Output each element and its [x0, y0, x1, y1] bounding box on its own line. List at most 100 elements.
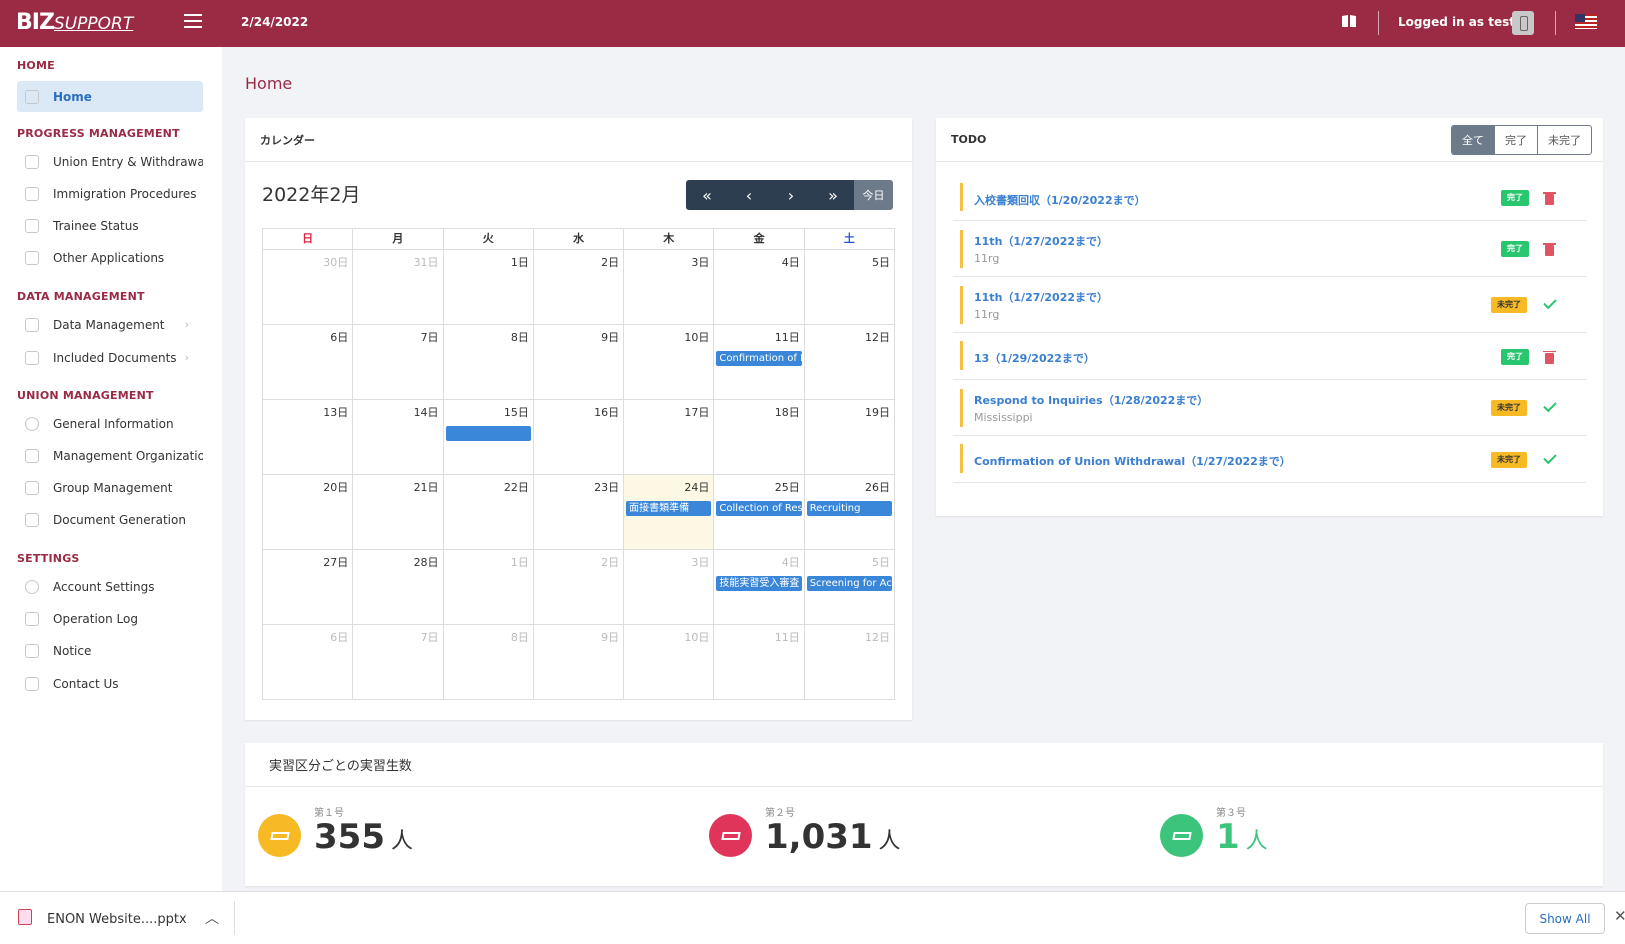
trash-icon[interactable] [1543, 350, 1556, 364]
todo-title-link[interactable]: 11th（1/27/2022まで） [974, 233, 1108, 249]
calendar-event[interactable]: Recruiting [806, 501, 892, 516]
sidebar-item[interactable]: Union Entry & Withdrawal [17, 146, 203, 177]
sidebar-item[interactable]: Trainee Status [17, 210, 203, 241]
calendar-day-cell[interactable]: 12日 [804, 325, 895, 400]
sidebar-item[interactable]: Immigration Procedures [17, 178, 203, 209]
calendar-day-cell[interactable]: 16日 [533, 400, 625, 475]
calendar-event[interactable]: 面接書類準備 [626, 501, 712, 516]
calendar-day-cell[interactable]: 6日 [263, 325, 354, 400]
calendar-day-cell[interactable]: 30日 [263, 250, 354, 325]
calendar-day-cell[interactable]: 15日 [443, 400, 534, 475]
menu-toggle-icon[interactable] [184, 14, 202, 28]
next-month-button[interactable]: › [770, 180, 812, 210]
todo-title-link[interactable]: Respond to Inquiries（1/28/2022まで） [974, 392, 1208, 408]
calendar-day-cell[interactable]: 3日 [624, 250, 715, 325]
todo-item[interactable]: Respond to Inquiries（1/28/2022まで） Mississ… [953, 380, 1586, 436]
todo-item[interactable]: 11th（1/27/2022まで） 11rg 未完了 [953, 277, 1586, 333]
calendar-day-cell[interactable]: 9日 [533, 625, 625, 700]
calendar-event[interactable] [445, 426, 531, 441]
calendar-day-cell[interactable]: 10日 [624, 325, 715, 400]
calendar-day-cell[interactable]: 11日 [714, 625, 805, 700]
calendar-day-cell[interactable]: 11日 Confirmation of M [714, 325, 805, 400]
calendar-day-cell[interactable]: 12日 [804, 625, 895, 700]
sidebar-item[interactable]: Operation Log [17, 603, 203, 634]
calendar-event[interactable]: Collection of Resu [716, 501, 802, 516]
todo-item[interactable]: Confirmation of Union Withdrawal（1/27/20… [953, 436, 1586, 483]
calendar-day-cell[interactable]: 3日 [624, 550, 715, 625]
todo-title-link[interactable]: 入校書類回収（1/20/2022まで） [974, 192, 1146, 208]
next-year-button[interactable]: » [812, 180, 854, 210]
chevron-up-icon[interactable]: ︿ [205, 908, 219, 928]
prev-month-button[interactable]: ‹ [728, 180, 770, 210]
calendar-day-cell[interactable]: 27日 [263, 550, 354, 625]
check-icon[interactable] [1543, 450, 1557, 464]
calendar-day-cell[interactable]: 14日 [353, 400, 444, 475]
calendar-event[interactable]: Screening for Ac [806, 576, 892, 591]
calendar-day-cell[interactable]: 4日 技能実習受入審査 [714, 550, 805, 625]
calendar-day-cell[interactable]: 8日 [443, 625, 534, 700]
show-all-button[interactable]: Show All [1525, 903, 1605, 934]
todo-title-link[interactable]: 13（1/29/2022まで） [974, 350, 1095, 366]
calendar-day-cell[interactable]: 13日 [263, 400, 354, 475]
calendar-day-cell[interactable]: 1日 [443, 550, 534, 625]
close-icon[interactable]: ✕ [1614, 907, 1625, 925]
calendar-day-cell[interactable]: 24日 面接書類準備 [624, 475, 715, 550]
sidebar-item[interactable]: Document Generation [17, 504, 203, 535]
calendar-day-cell[interactable]: 7日 [353, 625, 444, 700]
app-logo[interactable]: BIZSUPPORT [16, 10, 133, 35]
sidebar-item[interactable]: Other Applications [17, 242, 203, 273]
todo-title-link[interactable]: Confirmation of Union Withdrawal（1/27/20… [974, 453, 1291, 469]
sidebar-item[interactable]: Included Documents › [17, 342, 203, 373]
sidebar-item[interactable]: Notice [17, 635, 203, 666]
language-flag-icon[interactable] [1575, 14, 1597, 29]
calendar-day-cell[interactable]: 10日 [624, 625, 715, 700]
calendar-day-cell[interactable]: 2日 [533, 550, 625, 625]
calendar-day-cell[interactable]: 31日 [353, 250, 444, 325]
calendar-day-cell[interactable]: 22日 [443, 475, 534, 550]
calendar-day-cell[interactable]: 7日 [353, 325, 444, 400]
sidebar-item[interactable]: Account Settings [17, 571, 203, 602]
calendar-day-cell[interactable]: 18日 [714, 400, 805, 475]
calendar-day-cell[interactable]: 21日 [353, 475, 444, 550]
check-icon[interactable] [1543, 398, 1557, 413]
sidebar-item[interactable]: Management Organization Offi [17, 440, 203, 471]
calendar-day-cell[interactable]: 5日 Screening for Ac [804, 550, 895, 625]
calendar-day-cell[interactable]: 2日 [533, 250, 625, 325]
calendar-day-cell[interactable]: 25日 Collection of Resu [714, 475, 805, 550]
calendar-day-cell[interactable]: 8日 [443, 325, 534, 400]
calendar-day-cell[interactable]: 17日 [624, 400, 715, 475]
user-avatar[interactable] [1512, 11, 1534, 35]
sidebar-item[interactable]: Data Management › [17, 309, 203, 340]
calendar-event[interactable]: Confirmation of M [716, 351, 802, 366]
calendar-day-cell[interactable]: 20日 [263, 475, 354, 550]
todo-item[interactable]: 11th（1/27/2022まで） 11rg 完了 [953, 221, 1586, 277]
prev-year-button[interactable]: « [686, 180, 728, 210]
calendar-event[interactable]: 技能実習受入審査 [716, 576, 802, 591]
trash-icon[interactable] [1543, 243, 1556, 256]
sidebar-item[interactable]: Group Management [17, 472, 203, 503]
calendar-day-cell[interactable]: 6日 [263, 625, 354, 700]
calendar-day-cell[interactable]: 28日 [353, 550, 444, 625]
trash-icon[interactable] [1543, 192, 1556, 205]
todo-item[interactable]: 13（1/29/2022まで） 完了 [953, 333, 1586, 380]
filter-all-button[interactable]: 全て [1452, 126, 1494, 154]
calendar-day-cell[interactable]: 1日 [443, 250, 534, 325]
todo-title-link[interactable]: 11th（1/27/2022まで） [974, 289, 1108, 305]
today-button[interactable]: 今日 [854, 180, 893, 210]
sidebar-item[interactable]: General Information [17, 408, 203, 439]
day-number: 10日 [684, 631, 710, 644]
calendar-day-cell[interactable]: 23日 [533, 475, 625, 550]
download-file-name[interactable]: ENON Website....pptx [47, 912, 187, 927]
calendar-day-cell[interactable]: 4日 [714, 250, 805, 325]
todo-item[interactable]: 入校書類回収（1/20/2022まで） 完了 [953, 175, 1586, 221]
sidebar-item[interactable]: Home [17, 81, 203, 112]
calendar-day-cell[interactable]: 9日 [533, 325, 625, 400]
calendar-day-cell[interactable]: 26日 Recruiting [804, 475, 895, 550]
calendar-day-cell[interactable]: 19日 [804, 400, 895, 475]
filter-done-button[interactable]: 完了 [1494, 126, 1537, 154]
check-icon[interactable] [1543, 295, 1557, 310]
sidebar-item[interactable]: Contact Us [17, 668, 203, 699]
calendar-day-cell[interactable]: 5日 [804, 250, 895, 325]
filter-undone-button[interactable]: 未完了 [1537, 126, 1591, 154]
manual-book-icon[interactable] [1341, 14, 1357, 28]
